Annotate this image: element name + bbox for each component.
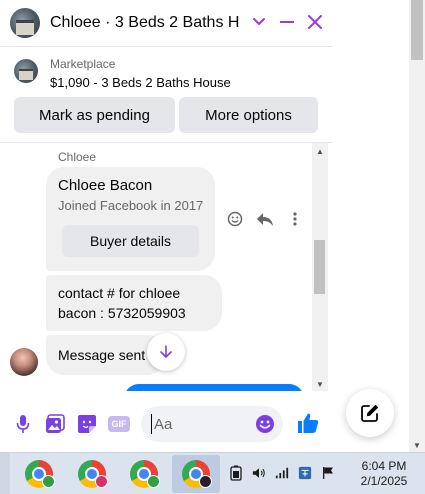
listing-thumbnail[interactable] [14, 59, 38, 83]
message-scroll-thumb[interactable] [314, 240, 325, 294]
scroll-up-arrow-icon[interactable]: ▲ [316, 147, 324, 156]
scroll-down-arrow-icon[interactable]: ▼ [316, 380, 324, 389]
compose-icon [361, 404, 379, 422]
buyer-joined-text: Joined Facebook in 2017 [58, 198, 204, 213]
message-list: Chloee Chloee Bacon Joined Facebook in 2… [0, 143, 332, 391]
arrow-down-icon [160, 345, 172, 358]
notification-flag-icon[interactable] [321, 465, 335, 481]
thumbs-up-icon[interactable] [296, 411, 320, 435]
sender-name: Chloee [58, 150, 97, 164]
page-scrollbar[interactable]: ▼ [409, 0, 425, 452]
buyer-profile-card: Chloee Bacon Joined Facebook in 2017 Buy… [46, 167, 215, 271]
sender-avatar[interactable] [10, 348, 38, 376]
contact-message: contact # for chloee bacon : 5732059903 [46, 275, 222, 331]
network-signal-icon[interactable] [275, 465, 289, 481]
screen: Chloee · 3 Beds 2 Baths H... Marketplace… [0, 0, 425, 494]
system-clock[interactable]: 6:04 PM 2/1/2025 [356, 459, 412, 489]
listing-avatar[interactable] [10, 8, 40, 38]
close-icon[interactable] [306, 12, 324, 32]
buyer-details-button[interactable]: Buyer details [62, 225, 199, 257]
more-vertical-icon[interactable] [285, 209, 305, 229]
clock-time: 6:04 PM [361, 459, 407, 473]
mark-as-pending-button[interactable]: Mark as pending [14, 97, 175, 133]
reply-icon[interactable] [255, 209, 275, 229]
chrome-app-4[interactable] [172, 455, 220, 493]
message-scrollbar[interactable]: ▲ ▼ [312, 143, 328, 391]
profile-badge-icon [199, 475, 212, 488]
clock-date: 2/1/2025 [360, 474, 408, 488]
minimize-icon[interactable] [278, 12, 296, 32]
chevron-down-icon[interactable] [250, 12, 268, 32]
profile-badge-icon [95, 475, 108, 488]
listing-title[interactable]: $1,090 - 3 Beds 2 Baths House [50, 75, 231, 90]
sticker-icon[interactable] [76, 413, 98, 435]
messenger-chat-window: Chloee · 3 Beds 2 Baths H... Marketplace… [0, 0, 332, 452]
more-options-button[interactable]: More options [179, 97, 318, 133]
profile-badge-icon [42, 475, 55, 488]
marketplace-listing-card: Marketplace $1,090 - 3 Beds 2 Baths Hous… [0, 47, 332, 143]
chat-title[interactable]: Chloee · 3 Beds 2 Baths H... [50, 14, 240, 32]
chrome-app-3[interactable] [120, 455, 168, 493]
scroll-to-bottom-button[interactable] [147, 333, 185, 371]
header-controls [250, 12, 324, 32]
emoji-icon[interactable] [255, 414, 275, 434]
outgoing-message-bubble [124, 384, 304, 391]
photo-icon[interactable] [44, 413, 66, 435]
taskbar-edge [0, 453, 10, 494]
chrome-app-2[interactable] [68, 455, 116, 493]
language-indicator-icon[interactable] [298, 465, 312, 481]
profile-badge-icon [147, 475, 160, 488]
marketplace-label: Marketplace [50, 57, 116, 71]
system-tray [229, 465, 335, 481]
page-scroll-thumb[interactable] [411, 0, 423, 60]
react-emoji-icon[interactable] [225, 209, 245, 229]
chrome-app-1[interactable] [15, 455, 63, 493]
gif-label: GIF [108, 416, 130, 432]
new-message-button[interactable] [346, 389, 394, 437]
microphone-icon[interactable] [12, 413, 34, 435]
message-input[interactable] [151, 414, 251, 434]
windows-taskbar: 6:04 PM 2/1/2025 [0, 452, 425, 494]
volume-icon[interactable] [252, 465, 266, 481]
message-composer: GIF [0, 396, 332, 452]
message-input-container[interactable] [141, 406, 283, 442]
battery-icon[interactable] [229, 465, 243, 481]
page-scroll-down-arrow-icon[interactable]: ▼ [413, 441, 421, 450]
chat-header[interactable]: Chloee · 3 Beds 2 Baths H... [0, 0, 332, 46]
message-actions [225, 209, 305, 229]
buyer-name: Chloee Bacon [58, 177, 153, 194]
gif-icon[interactable]: GIF [107, 413, 131, 435]
